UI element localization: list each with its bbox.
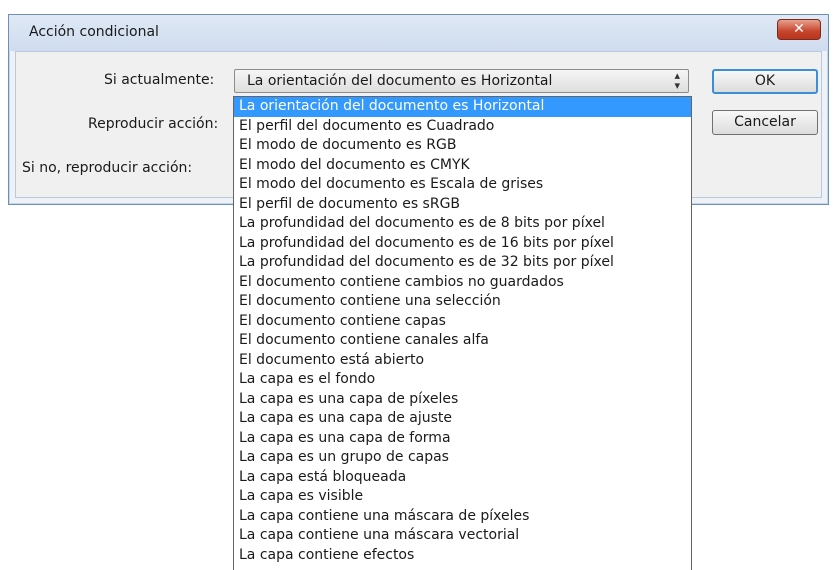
close-button[interactable]: ✕ — [777, 19, 821, 40]
dropdown-option[interactable]: El documento contiene capas — [234, 312, 691, 332]
close-icon: ✕ — [793, 21, 805, 37]
dropdown-option[interactable]: El documento contiene canales alfa — [234, 331, 691, 351]
condition-select-value: La orientación del documento es Horizont… — [247, 73, 553, 89]
cancel-button[interactable]: Cancelar — [712, 110, 818, 135]
dropdown-option[interactable]: La capa contiene una máscara de píxeles — [234, 507, 691, 527]
condition-select[interactable]: La orientación del documento es Horizont… — [234, 69, 689, 93]
dropdown-option[interactable]: El perfil de documento es sRGB — [234, 195, 691, 215]
play-action-label: Reproducir acción: — [88, 116, 219, 132]
dropdown-option[interactable]: La profundidad del documento es de 8 bit… — [234, 214, 691, 234]
dialog-title: Acción condicional — [29, 24, 159, 40]
dropdown-option[interactable]: La capa es visible — [234, 487, 691, 507]
dropdown-option[interactable]: La capa es un grupo de capas — [234, 448, 691, 468]
dropdown-option[interactable]: La profundidad del documento es de 32 bi… — [234, 253, 691, 273]
dropdown-option[interactable]: La capa es una capa de píxeles — [234, 390, 691, 410]
dropdown-option[interactable]: La profundidad del documento es de 16 bi… — [234, 234, 691, 254]
dropdown-option[interactable]: La orientación del documento es Horizont… — [234, 97, 691, 117]
ok-button[interactable]: OK — [712, 69, 818, 94]
dropdown-option[interactable]: La capa contiene una máscara vectorial — [234, 526, 691, 546]
dropdown-option[interactable]: La capa contiene efectos — [234, 546, 691, 566]
dropdown-option[interactable]: La capa está bloqueada — [234, 468, 691, 488]
dropdown-option[interactable]: El documento está abierto — [234, 351, 691, 371]
else-play-action-label: Si no, reproducir acción: — [22, 160, 193, 176]
dropdown-option[interactable]: El documento contiene cambios no guardad… — [234, 273, 691, 293]
dropdown-option[interactable]: El modo del documento es Escala de grise… — [234, 175, 691, 195]
dialog-titlebar[interactable]: Acción condicional ✕ — [9, 15, 828, 51]
dropdown-option[interactable]: La capa es una capa de ajuste — [234, 409, 691, 429]
dropdown-option[interactable]: La capa es el fondo — [234, 370, 691, 390]
if-currently-label: Si actualmente: — [104, 72, 215, 88]
condition-dropdown-list[interactable]: La orientación del documento es Horizont… — [233, 96, 692, 570]
dropdown-option[interactable]: El modo de documento es RGB — [234, 136, 691, 156]
dropdown-option[interactable]: El perfil del documento es Cuadrado — [234, 117, 691, 137]
dropdown-option[interactable]: La capa es una capa de forma — [234, 429, 691, 449]
dropdown-option[interactable]: El documento contiene una selección — [234, 292, 691, 312]
updown-arrow-icon: ▴ ▾ — [674, 69, 680, 92]
dropdown-option[interactable]: El modo del documento es CMYK — [234, 156, 691, 176]
